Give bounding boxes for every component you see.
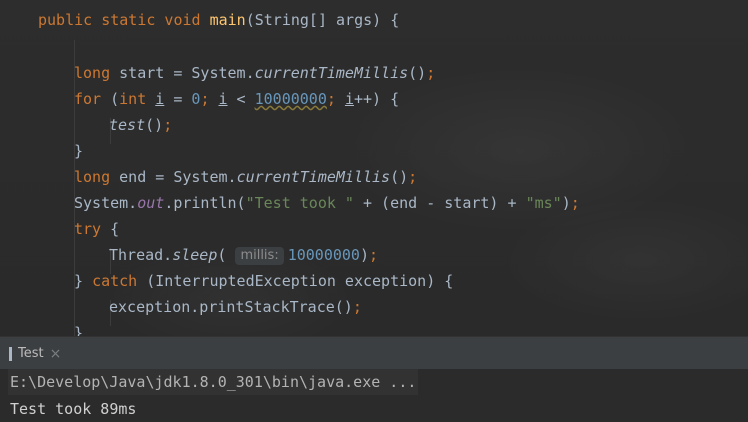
code-editor[interactable]: public static void main(String[] args) {…	[0, 0, 748, 336]
code-token: out	[137, 194, 165, 212]
code-line[interactable]: exception.printStackTrace();	[109, 294, 362, 320]
code-token: =	[164, 90, 192, 108]
code-token: ;	[570, 194, 580, 212]
code-token: i	[218, 90, 228, 108]
code-line[interactable]: }	[74, 138, 83, 164]
code-token: ()	[408, 64, 427, 82]
code-token: ;	[426, 64, 436, 82]
code-token: <	[227, 90, 255, 108]
run-tool-window-tabbar: Test ×	[0, 336, 748, 370]
code-token: ;	[368, 246, 379, 264]
code-token: )	[561, 194, 571, 212]
code-token: ;	[408, 168, 418, 186]
console-output-line: Test took 89ms	[10, 400, 137, 418]
code-token: (String[] args) {	[245, 11, 400, 29]
code-line[interactable]: long end = System.currentTimeMillis();	[74, 164, 417, 190]
code-line[interactable]: try {	[74, 216, 119, 242]
code-token: ;	[200, 90, 219, 108]
code-token: }	[74, 142, 84, 160]
code-line[interactable]: }	[74, 320, 83, 336]
code-token: .println(	[164, 194, 246, 212]
code-token: i	[344, 90, 354, 108]
code-token: }	[74, 272, 93, 290]
code-token: "ms"	[525, 194, 562, 212]
code-token: end = System.	[119, 168, 237, 186]
code-token: public static void	[38, 11, 210, 29]
code-line[interactable]: Thread.sleep( millis: 10000000);	[109, 242, 378, 268]
code-token: try	[74, 220, 111, 238]
code-line[interactable]: System.out.println("Test took " + (end -…	[74, 190, 580, 216]
code-line[interactable]: for (int i = 0; i < 10000000; i++) {	[74, 86, 399, 112]
code-token: (	[217, 246, 236, 264]
code-token: i	[155, 90, 165, 108]
run-tab-label: Test	[18, 346, 44, 361]
code-token: System.	[74, 194, 138, 212]
code-token: start = System.	[119, 64, 255, 82]
code-line[interactable]: long start = System.currentTimeMillis();	[74, 60, 435, 86]
code-token: )	[359, 246, 369, 264]
run-console[interactable]: E:\Develop\Java\jdk1.8.0_301\bin\java.ex…	[0, 369, 748, 422]
code-token: ++) {	[353, 90, 400, 108]
run-config-icon	[9, 346, 12, 361]
code-line[interactable]: public static void main(String[] args) {	[38, 7, 399, 33]
code-token: 10000000	[254, 90, 327, 108]
code-token: ()	[390, 168, 409, 186]
code-token: currentTimeMillis	[236, 168, 391, 186]
code-token: long	[74, 64, 120, 82]
code-line[interactable]: test();	[109, 112, 172, 138]
run-tab-test[interactable]: Test ×	[0, 337, 71, 370]
code-token: ;	[326, 90, 345, 108]
code-token: long	[74, 168, 120, 186]
code-token: (	[110, 90, 120, 108]
code-token: exception.printStackTrace()	[109, 298, 353, 316]
parameter-hint: millis:	[235, 247, 284, 265]
close-icon[interactable]: ×	[50, 346, 62, 362]
code-token: main	[209, 11, 246, 29]
code-token: Thread.	[109, 246, 173, 264]
code-token: catch	[92, 272, 147, 290]
code-token: sleep	[172, 246, 218, 264]
code-token: "Test took "	[245, 194, 354, 212]
code-token: }	[74, 324, 84, 336]
code-line[interactable]: } catch (InterruptedException exception)…	[74, 268, 453, 294]
code-token: + (end - start) +	[353, 194, 526, 212]
code-token: ;	[163, 116, 173, 134]
code-token: (InterruptedException exception) {	[146, 272, 454, 290]
code-token: ()	[145, 116, 164, 134]
code-token: currentTimeMillis	[254, 64, 409, 82]
code-token: ;	[352, 298, 362, 316]
console-command-line[interactable]: E:\Develop\Java\jdk1.8.0_301\bin\java.ex…	[8, 369, 419, 395]
code-token: for	[74, 90, 111, 108]
code-token: {	[110, 220, 120, 238]
code-token: 10000000	[287, 246, 360, 264]
code-token: test	[109, 116, 146, 134]
code-token: int	[119, 90, 156, 108]
